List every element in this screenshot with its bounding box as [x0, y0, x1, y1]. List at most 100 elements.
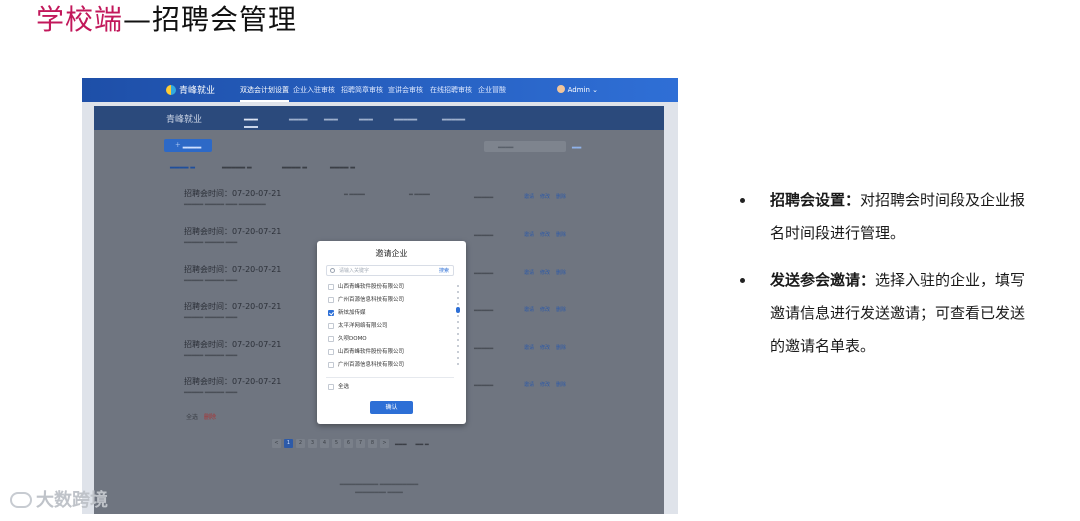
avatar [556, 85, 565, 93]
checkbox[interactable] [328, 284, 334, 290]
tab[interactable]: ▂▂▂▂ ▂ [330, 162, 355, 169]
company-name: 广州百源信息科技有限公司 [338, 362, 405, 368]
bulk-select-all[interactable]: 全选 [186, 414, 198, 421]
delete-link[interactable]: 删除 [556, 232, 566, 238]
user-menu[interactable]: Admin ⌄ [556, 85, 598, 94]
edit-link[interactable]: 修改 [540, 270, 550, 276]
add-job-fair-button[interactable]: ＋ ▂▂▂▂ [164, 139, 212, 152]
company-option[interactable]: 山西青峰软件股份有限公司 [326, 281, 454, 294]
stat: ▂ ▂▂▂▂ [409, 190, 430, 196]
search-button[interactable]: 搜索 [439, 267, 449, 275]
slide-title: 学校端—招聘会管理 [36, 2, 297, 38]
invite-link[interactable]: 邀请 [524, 232, 534, 238]
edit-link[interactable]: 修改 [540, 382, 550, 388]
nav-item-brochure-review[interactable]: 招聘简章审核 [341, 85, 383, 95]
job-fair-meta: ▂▂▂▂▂ ▂▂▂▂▂ ▂▂▂ [184, 313, 238, 319]
inner-nav-item: ▂▂▂ [359, 114, 373, 121]
tab[interactable]: ▂▂▂▂▂ ▂ [222, 162, 252, 169]
list-scrollbar[interactable] [456, 285, 460, 365]
search-placeholder: 请输入关键字 [339, 268, 370, 274]
company-list: 山西青峰软件股份有限公司 广州百源信息科技有限公司 新炫加传媒 太平洋网络有限公… [326, 281, 454, 372]
company-name: 山西青峰软件股份有限公司 [338, 349, 405, 355]
page-prev[interactable]: < [272, 439, 281, 448]
inner-nav-item: ▂▂▂ [324, 114, 338, 121]
page-next[interactable]: > [380, 439, 389, 448]
edit-link[interactable]: 修改 [540, 307, 550, 313]
edit-link[interactable]: 修改 [540, 232, 550, 238]
nav-item-company[interactable]: 企业冒酸 [478, 85, 506, 95]
page-2[interactable]: 2 [296, 439, 305, 448]
checkbox[interactable] [328, 362, 334, 368]
invite-link[interactable]: 邀请 [524, 194, 534, 200]
page-7[interactable]: 7 [356, 439, 365, 448]
slide-title-highlight: 学校端 [36, 3, 124, 36]
job-fair-meta: ▂▂▂▂▂ ▂▂▂▂▂ ▂▂▂ [184, 351, 238, 357]
checkbox[interactable] [328, 323, 334, 329]
tab-active[interactable]: ▂▂▂▂ ▂ [170, 162, 195, 169]
company-name: 山西青峰软件股份有限公司 [338, 284, 405, 290]
select-all-option[interactable]: 全选 [326, 381, 386, 394]
bulk-delete[interactable]: 删除 [204, 414, 216, 421]
select-all-checkbox[interactable] [328, 384, 334, 390]
invite-link[interactable]: 邀请 [524, 270, 534, 276]
page-size-select[interactable]: ▂▂▂ [392, 439, 410, 448]
job-fair-date: ▂▂▂▂▂ [474, 306, 494, 312]
job-fair-date: ▂▂▂▂▂ [474, 231, 494, 237]
row-actions: 邀请 修改 删除 [524, 306, 572, 313]
watermark-logo-icon [10, 492, 32, 508]
page-5[interactable]: 5 [332, 439, 341, 448]
nav-item-seminar-review[interactable]: 宣讲会审核 [388, 85, 423, 95]
list-search-input[interactable]: ▂▂▂▂ [484, 141, 566, 152]
company-option[interactable]: 广州百源信息科技有限公司 [326, 294, 454, 307]
checkbox[interactable] [328, 349, 334, 355]
invite-link[interactable]: 邀请 [524, 345, 534, 351]
tab[interactable]: ▂▂▂▂ ▂ [282, 162, 307, 169]
row-actions: 邀请 修改 删除 [524, 381, 572, 388]
job-fair-time: 招聘会时间：07-20-07-21 [184, 302, 282, 311]
delete-link[interactable]: 删除 [556, 345, 566, 351]
inner-nav-item: ▂▂▂▂ [289, 114, 308, 121]
app-logo[interactable]: 青峰就业 [166, 83, 215, 96]
job-fair-time: 招聘会时间：07-20-07-21 [184, 377, 282, 386]
delete-link[interactable]: 删除 [556, 270, 566, 276]
company-option[interactable]: 山西青峰软件股份有限公司 [326, 346, 454, 359]
page-jump[interactable]: ▂▂ ▂ [413, 439, 432, 448]
job-fair-time: 招聘会时间：07-20-07-21 [184, 265, 282, 274]
watermark-text: 大数跨境 [36, 490, 108, 511]
delete-link[interactable]: 删除 [556, 307, 566, 313]
nav-item-online-review[interactable]: 在线招聘审核 [430, 85, 472, 95]
checkbox[interactable] [328, 336, 334, 342]
page-3[interactable]: 3 [308, 439, 317, 448]
pagination: <1 2 3 4 5 6 7 8 > ▂▂▂ ▂▂ ▂ [272, 429, 435, 448]
company-option[interactable]: 广州百源信息科技有限公司 [326, 359, 454, 372]
delete-link[interactable]: 删除 [556, 382, 566, 388]
bullet-label: 招聘会设置： [770, 191, 861, 209]
company-search-input[interactable]: 请输入关键字 搜索 [326, 265, 454, 276]
confirm-button[interactable]: 确认 [370, 401, 413, 414]
nav-item-job-fair-plan[interactable]: 双选会计划设置 [240, 85, 289, 102]
checkbox[interactable] [328, 297, 334, 303]
select-all-label: 全选 [338, 384, 350, 390]
company-option[interactable]: 久呗DOMO [326, 333, 454, 346]
invite-link[interactable]: 邀请 [524, 307, 534, 313]
page-8[interactable]: 8 [368, 439, 377, 448]
company-option[interactable]: 新炫加传媒 [326, 307, 454, 320]
invite-link[interactable]: 邀请 [524, 382, 534, 388]
page-1[interactable]: 1 [284, 439, 293, 448]
page-4[interactable]: 4 [320, 439, 329, 448]
row-actions: 邀请 修改 删除 [524, 231, 572, 238]
delete-link[interactable]: 删除 [556, 194, 566, 200]
list-search-button[interactable]: ▂▂ [572, 142, 581, 149]
search-icon [330, 268, 335, 273]
dialog-title: 邀请企业 [375, 249, 408, 258]
edit-link[interactable]: 修改 [540, 194, 550, 200]
slide-title-rest: —招聘会管理 [123, 3, 298, 36]
page-6[interactable]: 6 [344, 439, 353, 448]
inner-logo: 青峰就业 [166, 115, 203, 125]
nav-item-company-review[interactable]: 企业入驻审核 [293, 85, 335, 95]
checkbox-checked[interactable] [328, 310, 334, 316]
company-option[interactable]: 太平洋网络有限公司 [326, 320, 454, 333]
edit-link[interactable]: 修改 [540, 345, 550, 351]
scrollbar-thumb[interactable] [456, 307, 460, 313]
user-name: Admin [567, 86, 590, 94]
